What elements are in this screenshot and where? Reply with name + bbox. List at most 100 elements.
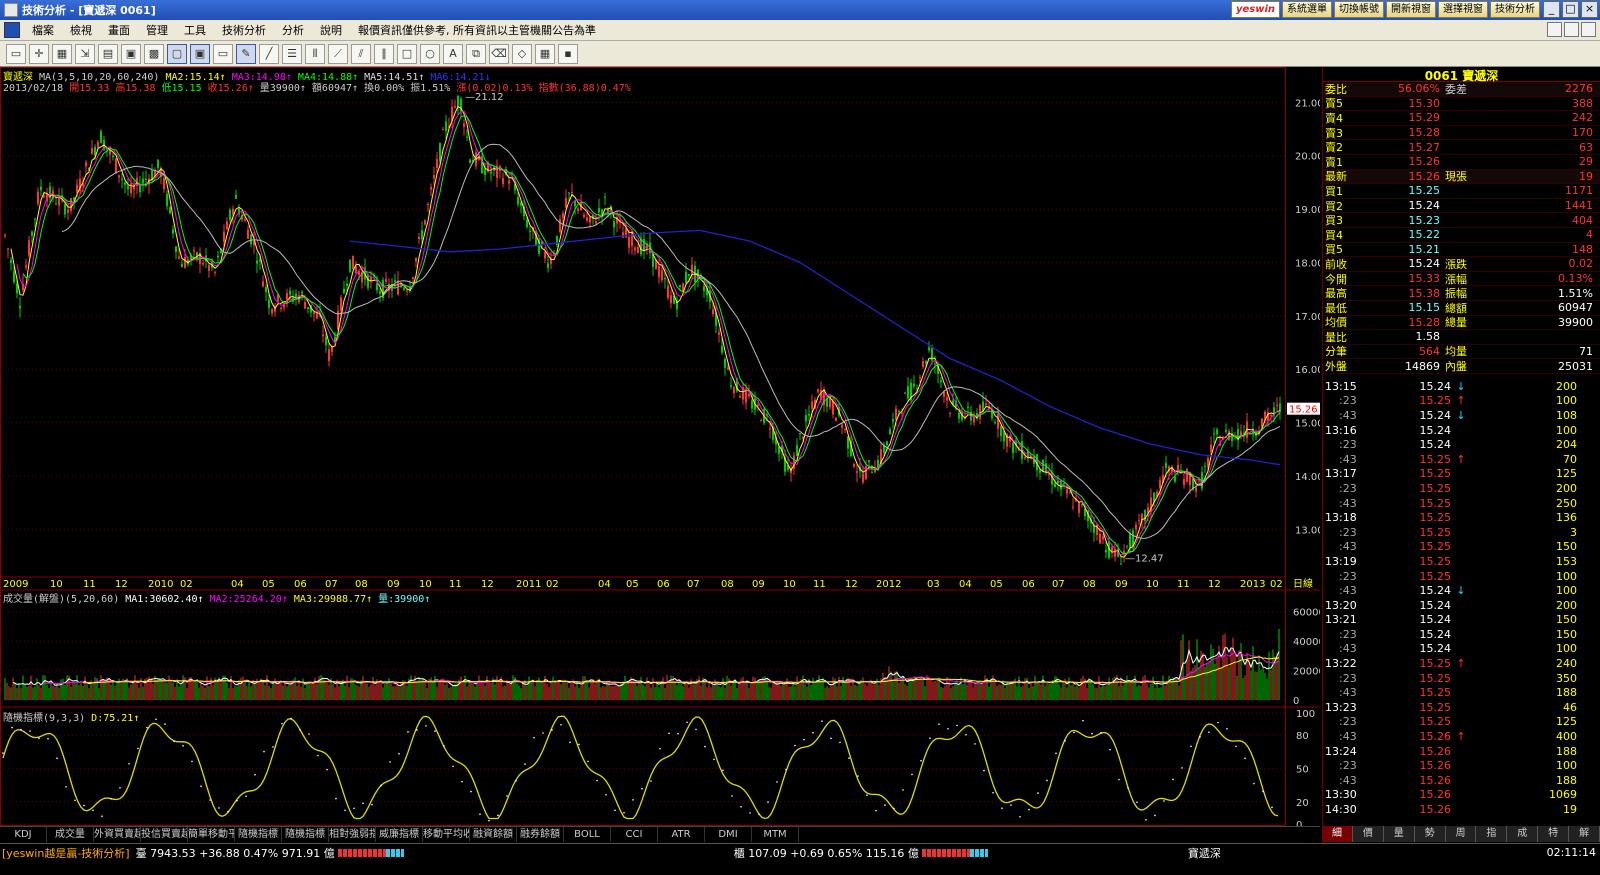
tick-row[interactable]: :43 15.25 ↑ 70 — [1323, 452, 1600, 467]
fan-icon[interactable]: ⟋ — [328, 43, 348, 64]
ellipse-icon[interactable]: ○ — [420, 43, 440, 64]
layout-a-icon[interactable]: ▢ — [167, 43, 187, 64]
tick-row[interactable]: :23 15.24 204 — [1323, 437, 1600, 452]
panel-tab-4[interactable]: 周 — [1446, 826, 1477, 842]
chart-canvas[interactable]: 21.00 20.00 19.00 18.00 17.00 16.00 15.00 14.00… — [0, 67, 1320, 827]
panel-tab-6[interactable]: 成 — [1507, 826, 1539, 842]
tick-row[interactable]: 13:30 15.26 1069 — [1323, 788, 1600, 803]
tick-row[interactable]: 13:17 15.25 125 — [1323, 467, 1600, 482]
indicator-tab-4[interactable]: 簡單移動平 — [188, 827, 235, 842]
top-button-1[interactable]: 系統選單 — [1282, 1, 1332, 18]
tick-row[interactable]: :43 15.24 ↓ 108 — [1323, 408, 1600, 423]
top-button-0[interactable]: yeswin — [1230, 1, 1280, 18]
channel-icon[interactable]: ∥ — [374, 43, 394, 64]
menu-item-2[interactable]: 畫面 — [100, 22, 138, 38]
indicator-tab-6[interactable]: 隨機指標 — [282, 827, 329, 842]
menu-item-4[interactable]: 工具 — [176, 22, 214, 38]
tick-row[interactable]: :23 15.25 200 — [1323, 481, 1600, 496]
chart-area[interactable]: 21.00 20.00 19.00 18.00 17.00 16.00 15.00 14.00… — [0, 67, 1320, 842]
eraser-icon[interactable]: ⌫ — [489, 43, 509, 64]
panel-tab-2[interactable]: 量 — [1384, 826, 1415, 842]
indicator-tab-3[interactable]: 投信買賣超 — [141, 827, 188, 842]
tick-row[interactable]: 13:15 15.24 ↓ 200 — [1323, 379, 1600, 394]
tick-row[interactable]: 13:24 15.26 188 — [1323, 744, 1600, 759]
tick-list[interactable]: 13:15 15.24 ↓ 200:23 15.25 ↑ 100:43 15.24 ↓ 108 13… — [1323, 379, 1600, 817]
draw-tool-icon[interactable]: ✎ — [236, 43, 256, 64]
crosshair-icon[interactable]: ✛ — [29, 43, 49, 64]
menu-item-0[interactable]: 檔案 — [24, 22, 62, 38]
text-icon[interactable]: A — [443, 43, 463, 64]
window-icon[interactable]: ▭ — [6, 43, 26, 64]
indicator-tab-12[interactable]: BOLL — [564, 827, 611, 842]
indicator-tab-15[interactable]: DMI — [705, 827, 752, 842]
tick-row[interactable]: 13:20 15.24 200 — [1323, 598, 1600, 613]
tick-row[interactable]: 14:30 15.26 19 — [1323, 802, 1600, 817]
indicator-tab-8[interactable]: 威廉指標 — [376, 827, 423, 842]
mdi-close-button[interactable] — [1581, 22, 1596, 37]
zoom-icon[interactable]: ⇲ — [75, 43, 95, 64]
tick-row[interactable]: :23 15.25 3 — [1323, 525, 1600, 540]
indicator-tab-1[interactable]: 成交量 — [47, 827, 94, 842]
indicator-tab-13[interactable]: CCI — [611, 827, 658, 842]
menu-item-1[interactable]: 檢視 — [62, 22, 100, 38]
indicator-icon[interactable]: ▤ — [98, 43, 118, 64]
tick-row[interactable]: :23 15.26 100 — [1323, 758, 1600, 773]
hline-icon[interactable]: ☰ — [282, 43, 302, 64]
maximize-button[interactable]: □ — [1562, 1, 1579, 18]
layout-c-icon[interactable]: ▭ — [213, 43, 233, 64]
tick-row[interactable]: :23 15.24 150 — [1323, 627, 1600, 642]
tick-row[interactable]: :43 15.24 ↓ 100 — [1323, 583, 1600, 598]
save-icon[interactable]: ▪ — [558, 43, 578, 64]
document-icon[interactable] — [4, 22, 20, 38]
panel-tab-0[interactable]: 細 — [1322, 826, 1353, 842]
tick-row[interactable]: 13:22 15.25 ↑ 240 — [1323, 656, 1600, 671]
tick-row[interactable]: :43 15.25 150 — [1323, 540, 1600, 555]
menu-item-6[interactable]: 分析 — [274, 22, 312, 38]
copy-icon[interactable]: ⧉ — [466, 43, 486, 64]
tick-row[interactable]: 13:18 15.25 136 — [1323, 510, 1600, 525]
tick-row[interactable]: 13:21 15.24 150 — [1323, 613, 1600, 628]
tick-row[interactable]: :43 15.25 250 — [1323, 496, 1600, 511]
indicator-tab-11[interactable]: 融券餘額 — [517, 827, 564, 842]
indicator-tab-9[interactable]: 移動平均收 — [423, 827, 470, 842]
close-button[interactable]: × — [1581, 1, 1598, 18]
trendline-icon[interactable]: ╱ — [259, 43, 279, 64]
indicator-tab-16[interactable]: MTM — [752, 827, 799, 842]
fib-icon[interactable]: ⫽ — [351, 43, 371, 64]
tick-row[interactable]: 13:16 15.24 100 — [1323, 423, 1600, 438]
menu-item-3[interactable]: 管理 — [138, 22, 176, 38]
chart-type-icon[interactable]: ▣ — [121, 43, 141, 64]
top-button-2[interactable]: 切換帳號 — [1334, 1, 1384, 18]
indicator-tab-10[interactable]: 融資餘額 — [470, 827, 517, 842]
tick-row[interactable]: :43 15.24 100 — [1323, 642, 1600, 657]
tick-row[interactable]: :43 15.26 188 — [1323, 773, 1600, 788]
picture-icon[interactable]: ▩ — [144, 43, 164, 64]
mdi-minimize-button[interactable] — [1547, 22, 1562, 37]
rectangle-icon[interactable]: □ — [397, 43, 417, 64]
layout-b-icon[interactable]: ▣ — [190, 43, 210, 64]
tick-row[interactable]: 13:23 15.25 46 — [1323, 700, 1600, 715]
menu-item-5[interactable]: 技術分析 — [214, 22, 274, 38]
tick-row[interactable]: :43 15.25 188 — [1323, 685, 1600, 700]
clear-icon[interactable]: ◇ — [512, 43, 532, 64]
palette-icon[interactable]: ▦ — [535, 43, 555, 64]
panel-tab-1[interactable]: 價 — [1353, 826, 1384, 842]
top-button-5[interactable]: 技術分析 — [1490, 1, 1540, 18]
top-button-3[interactable]: 開新視窗 — [1386, 1, 1436, 18]
tick-row[interactable]: :43 15.26 ↑ 400 — [1323, 729, 1600, 744]
tick-row[interactable]: :23 15.25 125 — [1323, 715, 1600, 730]
tick-row[interactable]: 13:19 15.25 153 — [1323, 554, 1600, 569]
tick-row[interactable]: :23 15.25 ↑ 100 — [1323, 394, 1600, 409]
indicator-tab-7[interactable]: 相對強弱指 — [329, 827, 376, 842]
indicator-tab-0[interactable]: KDJ — [0, 827, 47, 842]
top-button-4[interactable]: 選擇視窗 — [1438, 1, 1488, 18]
panel-tab-3[interactable]: 勢 — [1415, 826, 1446, 842]
panel-tab-7[interactable]: 特 — [1538, 826, 1570, 842]
tick-row[interactable]: :23 15.25 350 — [1323, 671, 1600, 686]
indicator-tab-14[interactable]: ATR — [658, 827, 705, 842]
menu-item-7[interactable]: 說明 — [312, 22, 350, 38]
minimize-button[interactable]: _ — [1543, 1, 1560, 18]
indicator-tab-5[interactable]: 隨機指標 — [235, 827, 282, 842]
panel-tab-5[interactable]: 指 — [1476, 826, 1508, 842]
grid-icon[interactable]: ▦ — [52, 43, 72, 64]
